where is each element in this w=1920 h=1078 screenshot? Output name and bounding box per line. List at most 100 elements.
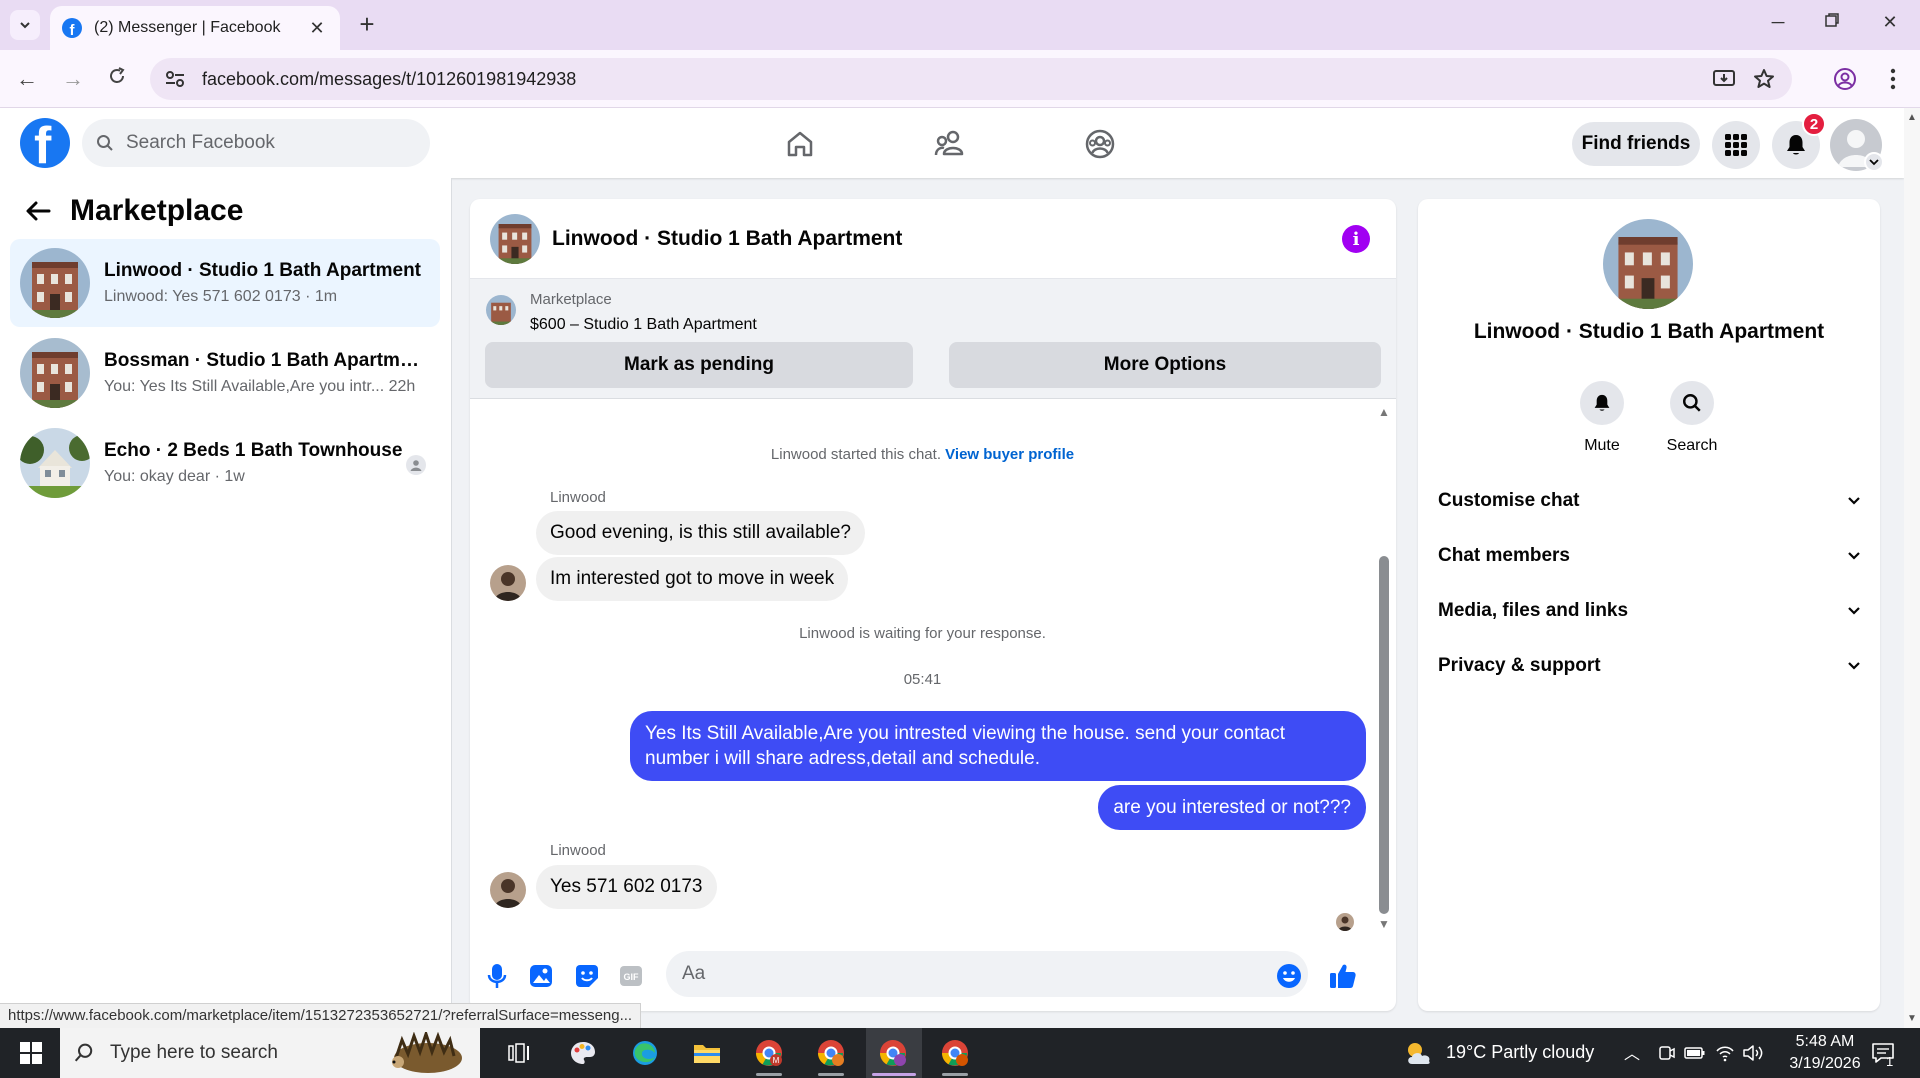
- taskbar-search-placeholder: Type here to search: [110, 1042, 278, 1063]
- friends-icon[interactable]: [928, 122, 972, 166]
- outgoing-message[interactable]: are you interested or not???: [1098, 785, 1366, 830]
- tab-search-dropdown-icon[interactable]: [10, 10, 40, 40]
- groups-icon[interactable]: [1078, 122, 1122, 166]
- photo-icon[interactable]: [526, 961, 556, 991]
- search-highlight-hedgehog-icon: [392, 1032, 462, 1073]
- conversation-details-panel: Linwood · Studio 1 Bath Apartment Mute S…: [1418, 199, 1880, 1011]
- chat-scrollbar[interactable]: [1379, 556, 1389, 914]
- find-friends-button[interactable]: Find friends: [1572, 122, 1700, 166]
- waiting-notice: Linwood is waiting for your response.: [799, 625, 1046, 642]
- address-bar: ← → facebook.com/messages/t/101260198194…: [0, 50, 1920, 108]
- task-view-icon[interactable]: [502, 1036, 536, 1070]
- section-label: Chat members: [1438, 545, 1570, 566]
- link-status-bar: https://www.facebook.com/marketplace/ite…: [0, 1003, 642, 1029]
- microphone-icon[interactable]: [482, 961, 512, 991]
- message-timestamp: 05:41: [903, 671, 942, 688]
- account-chevron-down-icon[interactable]: [1864, 152, 1884, 172]
- message-input[interactable]: Aa: [666, 951, 1308, 997]
- seen-avatar-icon: [406, 455, 426, 475]
- facebook-logo[interactable]: f: [20, 118, 70, 168]
- privacy-support-section[interactable]: Privacy & support: [1438, 646, 1860, 686]
- windows-start-icon[interactable]: [14, 1036, 48, 1070]
- back-icon[interactable]: ←: [12, 64, 42, 94]
- facebook-search-input[interactable]: Search Facebook: [82, 119, 430, 167]
- incoming-message[interactable]: Good evening, is this still available?: [536, 511, 866, 555]
- url-field[interactable]: facebook.com/messages/t/1012601981942938: [150, 58, 1792, 100]
- listing-price-title[interactable]: $600 – Studio 1 Bath Apartment: [530, 316, 757, 334]
- forward-icon[interactable]: →: [58, 64, 88, 94]
- facebook-header: f Search Facebook Find friends: [0, 108, 1904, 178]
- conversation-name: Linwood · Studio 1 Bath Apartment: [104, 260, 421, 281]
- chrome-profile-2-icon[interactable]: [814, 1036, 848, 1070]
- thumbs-up-icon[interactable]: [1328, 961, 1358, 991]
- mute-button[interactable]: Mute: [1567, 381, 1637, 455]
- conversation-snippet: Linwood: Yes 571 602 0173 · 1m: [104, 288, 338, 305]
- file-explorer-icon[interactable]: [690, 1036, 724, 1070]
- search-in-conversation-button[interactable]: Search: [1657, 381, 1727, 455]
- panel-header: Marketplace: [22, 194, 243, 228]
- volume-icon[interactable]: [1736, 1036, 1770, 1070]
- clock-time[interactable]: 5:48 AM: [1780, 1033, 1870, 1051]
- sticker-icon[interactable]: [572, 961, 602, 991]
- page-scroll-up-icon[interactable]: ▲: [1907, 112, 1917, 123]
- media-files-links-section[interactable]: Media, files and links: [1438, 591, 1860, 631]
- listing-thumbnail: [20, 248, 90, 318]
- conversation-item[interactable]: Linwood · Studio 1 Bath Apartment Linwoo…: [10, 239, 440, 327]
- marketplace-label: Marketplace: [530, 291, 612, 308]
- scroll-up-arrow-icon[interactable]: ▲: [1378, 405, 1390, 419]
- chrome-profile-3-icon[interactable]: [876, 1036, 910, 1070]
- chevron-down-icon: [1848, 552, 1860, 560]
- minimize-icon[interactable]: ─: [1766, 12, 1790, 33]
- more-options-button[interactable]: More Options: [949, 342, 1381, 388]
- notification-center-count: 1: [1886, 1054, 1894, 1069]
- new-tab-icon[interactable]: +: [352, 10, 382, 40]
- site-info-icon[interactable]: [164, 68, 186, 90]
- show-hidden-icons-chevron-icon[interactable]: ︿: [1624, 1040, 1640, 1064]
- conversation-name: Echo · 2 Beds 1 Bath Townhouse: [104, 440, 403, 461]
- weather-partly-cloudy-icon[interactable]: [1402, 1036, 1436, 1070]
- clock-date[interactable]: 3/19/2026: [1780, 1055, 1870, 1073]
- scroll-down-arrow-icon[interactable]: ▼: [1378, 917, 1390, 931]
- chrome-profile-1-icon[interactable]: M: [752, 1036, 786, 1070]
- incoming-message[interactable]: Yes 571 602 0173: [536, 865, 717, 909]
- listing-thumbnail[interactable]: [490, 213, 540, 264]
- home-icon[interactable]: [778, 122, 822, 166]
- facebook-favicon-icon: f: [62, 18, 82, 38]
- conversation-item[interactable]: Bossman · Studio 1 Bath Apartment You: Y…: [10, 329, 440, 417]
- taskbar-search-input[interactable]: Type here to search: [60, 1028, 480, 1078]
- install-app-icon[interactable]: [1712, 67, 1736, 91]
- reload-icon[interactable]: [102, 64, 132, 94]
- tab-close-icon[interactable]: ✕: [306, 18, 328, 39]
- bookmark-star-icon[interactable]: [1752, 67, 1776, 91]
- chat-members-section[interactable]: Chat members: [1438, 536, 1860, 576]
- edge-browser-icon[interactable]: [628, 1036, 662, 1070]
- sender-avatar[interactable]: [490, 565, 526, 601]
- window-close-icon[interactable]: ✕: [1878, 12, 1902, 33]
- listing-thumbnail[interactable]: [1603, 219, 1693, 309]
- sender-avatar[interactable]: [490, 872, 526, 908]
- conversation-item[interactable]: Echo · 2 Beds 1 Bath Townhouse You: okay…: [10, 419, 440, 507]
- weather-text[interactable]: 19°C Partly cloudy: [1446, 1042, 1594, 1063]
- profile-icon[interactable]: [1830, 64, 1860, 94]
- chat-panel: Linwood · Studio 1 Bath Apartment i Mark…: [470, 199, 1396, 1011]
- customise-chat-section[interactable]: Customise chat: [1438, 481, 1860, 521]
- back-arrow-icon[interactable]: [22, 195, 54, 227]
- conversation-info-icon[interactable]: i: [1342, 225, 1370, 253]
- chrome-menu-icon[interactable]: [1878, 64, 1908, 94]
- chat-title[interactable]: Linwood · Studio 1 Bath Apartment: [552, 227, 902, 251]
- page-scrollbar[interactable]: ▲ ▼: [1904, 108, 1920, 1028]
- view-buyer-profile-link[interactable]: View buyer profile: [945, 446, 1074, 463]
- notification-center-icon[interactable]: [1866, 1036, 1900, 1070]
- restore-icon[interactable]: [1820, 12, 1844, 33]
- page-scroll-down-icon[interactable]: ▼: [1907, 1013, 1917, 1024]
- battery-icon[interactable]: [1678, 1036, 1712, 1070]
- incoming-message[interactable]: Im interested got to move in week: [536, 557, 849, 601]
- mark-as-pending-button[interactable]: Mark as pending: [485, 342, 913, 388]
- paint-app-icon[interactable]: [566, 1036, 600, 1070]
- outgoing-message[interactable]: Yes Its Still Available,Are you intreste…: [630, 711, 1366, 781]
- menu-grid-icon[interactable]: [1712, 121, 1760, 169]
- emoji-icon[interactable]: [1274, 961, 1304, 991]
- browser-tab[interactable]: f (2) Messenger | Facebook ✕: [50, 6, 340, 50]
- gif-icon[interactable]: GIF: [616, 961, 646, 991]
- chrome-profile-4-icon[interactable]: [938, 1036, 972, 1070]
